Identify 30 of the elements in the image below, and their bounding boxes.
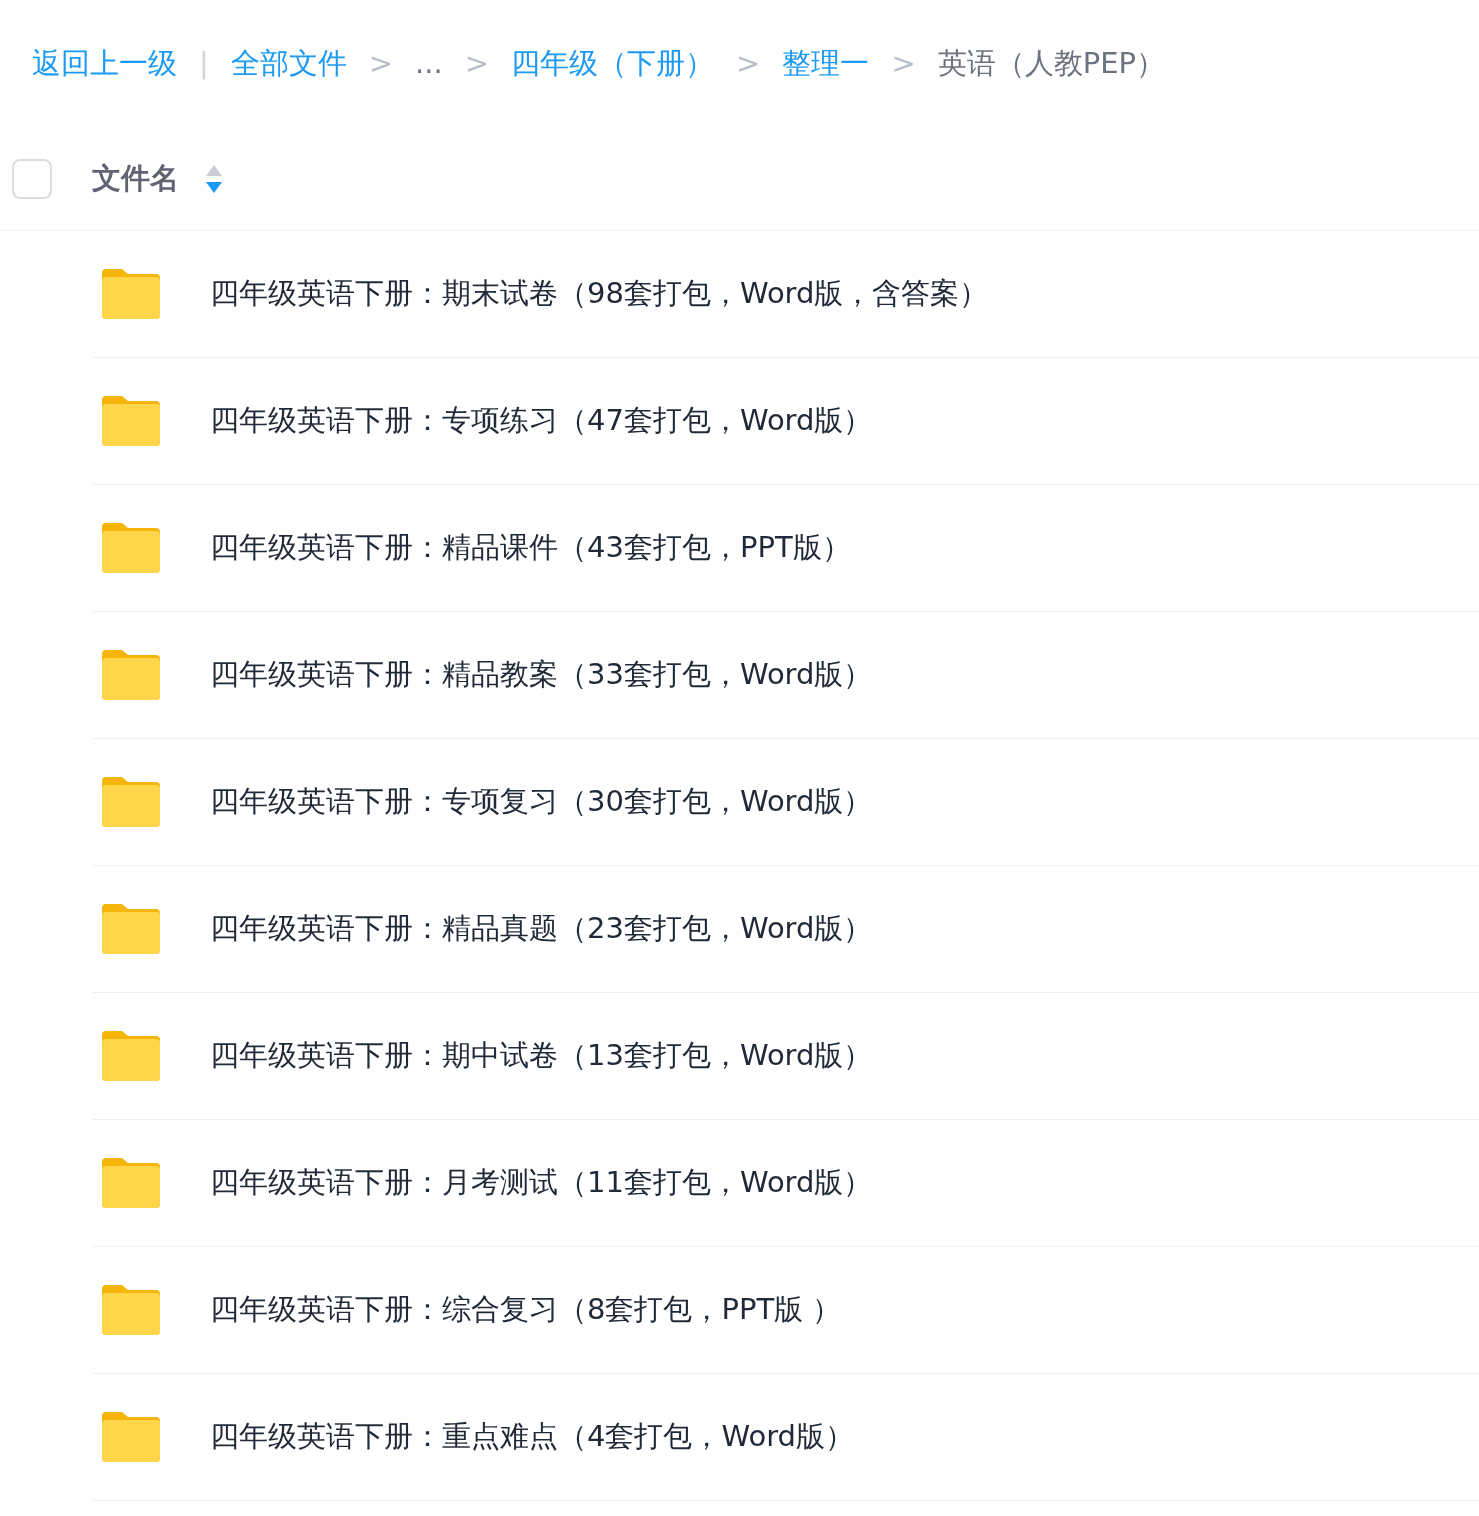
file-name[interactable]: 四年级英语下册：精品课件（43套打包，PPT版） bbox=[210, 526, 851, 570]
file-name[interactable]: 四年级英语下册：期中试卷（13套打包，Word版） bbox=[210, 1034, 873, 1078]
folder-icon bbox=[100, 902, 162, 956]
column-header[interactable]: 文件名 bbox=[92, 157, 179, 201]
folder-icon bbox=[100, 1410, 162, 1464]
folder-icon bbox=[100, 775, 162, 829]
folder-icon bbox=[100, 1029, 162, 1083]
folder-icon bbox=[100, 521, 162, 575]
breadcrumb-separator: > bbox=[736, 45, 761, 83]
breadcrumb-separator: > bbox=[368, 45, 394, 83]
current-folder: 英语（人教PEP） bbox=[937, 45, 1165, 83]
folder-icon bbox=[100, 267, 162, 321]
file-name[interactable]: 四年级英语下册：月考测试（11套打包，Word版） bbox=[210, 1161, 873, 1205]
folder-icon bbox=[100, 1283, 162, 1337]
folder-icon bbox=[100, 648, 162, 702]
file-name[interactable]: 四年级英语下册：专项复习（30套打包，Word版） bbox=[210, 780, 873, 824]
breadcrumb-ellipsis[interactable]: ... bbox=[415, 42, 443, 86]
sort-icon[interactable] bbox=[205, 164, 223, 194]
breadcrumb-separator: > bbox=[891, 45, 916, 83]
file-name[interactable]: 四年级英语下册：重点难点（4套打包，Word版） bbox=[210, 1415, 854, 1459]
breadcrumb-separator: > bbox=[464, 45, 490, 83]
file-name[interactable]: 四年级英语下册：专项练习（47套打包，Word版） bbox=[210, 399, 873, 443]
select-all-checkbox[interactable] bbox=[12, 159, 52, 199]
file-name[interactable]: 四年级英语下册：期末试卷（98套打包，Word版，含答案） bbox=[210, 272, 989, 316]
folder-icon bbox=[100, 394, 162, 448]
folder-icon bbox=[100, 1156, 162, 1210]
file-name[interactable]: 四年级英语下册：精品真题（23套打包，Word版） bbox=[210, 907, 873, 951]
breadcrumb-divider: | bbox=[199, 45, 209, 83]
file-name[interactable]: 四年级英语下册：综合复习（8套打包，PPT版 ） bbox=[210, 1288, 842, 1332]
file-name[interactable]: 四年级英语下册：精品教案（33套打包，Word版） bbox=[210, 653, 873, 697]
